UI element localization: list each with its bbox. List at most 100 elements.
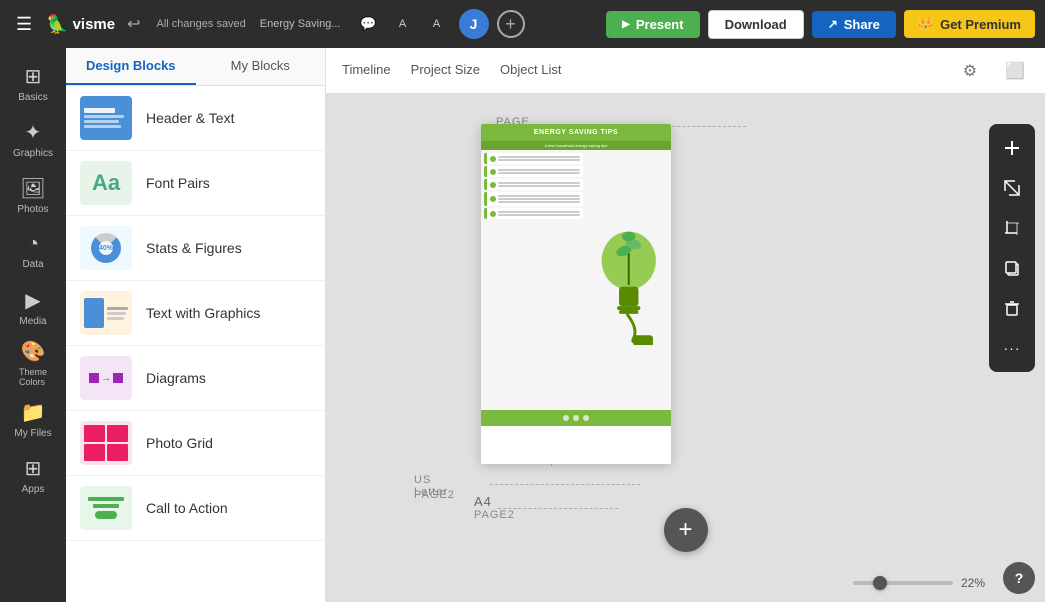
block-font-pairs[interactable]: Aa Font Pairs <box>66 151 325 216</box>
settings-icon[interactable]: ⚙ <box>959 57 981 85</box>
block-header-text[interactable]: Header & Text <box>66 86 325 151</box>
crop-button[interactable] <box>994 210 1030 246</box>
add-collaborator-button[interactable]: + <box>497 10 525 38</box>
tab-project-size[interactable]: Project Size <box>411 56 480 85</box>
icon-sidebar: ⊞ Basics ✦ Graphics 🖼 Photos ◔ Data ▶ Me… <box>0 48 66 602</box>
undo-icon[interactable]: ↩ <box>123 10 144 38</box>
tab-timeline[interactable]: Timeline <box>342 56 391 85</box>
blocks-panel: Design Blocks My Blocks Header & Text <box>66 48 326 602</box>
tab-design-blocks[interactable]: Design Blocks <box>66 48 196 85</box>
block-cta-label: Call to Action <box>146 500 228 516</box>
text-aa-icon[interactable]: A <box>423 10 451 38</box>
a4-text: A4 <box>474 494 492 509</box>
share-label: Share <box>844 17 880 32</box>
menu-icon[interactable]: ☰ <box>10 10 38 39</box>
right-toolbar: ··· <box>989 124 1035 372</box>
infographic-tips-list <box>481 150 586 410</box>
page2b-text: PAGE2 <box>474 509 515 521</box>
tip-row-3 <box>484 179 583 190</box>
block-photo-grid-thumb <box>80 421 132 465</box>
autosave-status: All changes saved <box>157 18 246 30</box>
bulb-plant-graphic <box>590 215 668 345</box>
sidebar-item-media[interactable]: ▶ Media <box>5 280 61 334</box>
download-button[interactable]: Download <box>708 10 804 39</box>
block-diagrams[interactable]: → Diagrams <box>66 346 325 411</box>
sidebar-item-graphics[interactable]: ✦ Graphics <box>5 112 61 166</box>
delete-button[interactable] <box>994 290 1030 326</box>
photos-icon: 🖼 <box>20 176 45 201</box>
tip-row-5 <box>484 208 583 219</box>
sidebar-item-data[interactable]: ◔ Data <box>5 224 61 278</box>
help-button[interactable]: ? <box>1003 562 1035 594</box>
tip-dot <box>490 156 496 162</box>
zoom-slider[interactable] <box>853 581 953 585</box>
sidebar-photos-label: Photos <box>17 204 48 215</box>
crop-icon <box>1003 219 1021 237</box>
media-icon: ▶ <box>25 288 40 313</box>
tip-row-1 <box>484 153 583 164</box>
my-files-icon: 📁 <box>21 400 46 425</box>
zoom-value: 22% <box>961 576 985 590</box>
sidebar-item-apps[interactable]: ⊞ Apps <box>5 448 61 502</box>
block-photo-grid-label: Photo Grid <box>146 435 213 451</box>
zoom-thumb[interactable] <box>873 576 887 590</box>
block-diagrams-label: Diagrams <box>146 370 206 386</box>
block-font-pairs-thumb: Aa <box>80 161 132 205</box>
resize-icon <box>1003 179 1021 197</box>
apps-icon: ⊞ <box>25 456 42 481</box>
add-element-button[interactable] <box>994 130 1030 166</box>
share-button[interactable]: ↗ Share <box>812 11 896 38</box>
tab-my-blocks[interactable]: My Blocks <box>196 48 326 85</box>
present-preview-icon[interactable]: ⬜ <box>1001 57 1029 85</box>
document-preview[interactable]: ENERGY SAVING TIPS A few household energ… <box>481 124 671 464</box>
block-cta-thumb <box>80 486 132 530</box>
delete-icon <box>1003 299 1021 317</box>
comment-icon[interactable]: 💬 <box>355 10 383 38</box>
sidebar-item-my-files[interactable]: 📁 My Files <box>5 392 61 446</box>
canvas-tabs: Timeline Project Size Object List ⚙ ⬜ <box>326 48 1045 94</box>
text-a-icon[interactable]: A <box>389 10 417 38</box>
sidebar-item-photos[interactable]: 🖼 Photos <box>5 168 61 222</box>
main-layout: ⊞ Basics ✦ Graphics 🖼 Photos ◔ Data ▶ Me… <box>0 48 1045 602</box>
more-options-button[interactable]: ··· <box>994 330 1030 366</box>
tip-row-4 <box>484 192 583 206</box>
sidebar-basics-label: Basics <box>18 92 47 103</box>
sidebar-data-label: Data <box>22 259 43 270</box>
logo-text: visme <box>73 16 116 33</box>
block-call-to-action[interactable]: Call to Action <box>66 476 325 541</box>
get-premium-button[interactable]: 👑 Get Premium <box>904 10 1035 38</box>
tab-object-list[interactable]: Object List <box>500 56 561 85</box>
tip-row-2 <box>484 166 583 177</box>
block-header-text-label: Header & Text <box>146 110 234 126</box>
canvas-area: Timeline Project Size Object List ⚙ ⬜ PA… <box>326 48 1045 602</box>
premium-label: Get Premium <box>940 17 1021 32</box>
copy-button[interactable] <box>994 250 1030 286</box>
canvas-content[interactable]: PAGE 1 ENERGY SAVING TIPS A few househol… <box>326 94 1045 602</box>
graphics-icon: ✦ <box>25 120 42 145</box>
present-button[interactable]: Present <box>606 11 699 38</box>
sidebar-item-basics[interactable]: ⊞ Basics <box>5 56 61 110</box>
resize-button[interactable] <box>994 170 1030 206</box>
copy-icon <box>1003 259 1021 277</box>
blocks-list: Header & Text Aa Font Pairs 40% Stats & … <box>66 86 325 602</box>
topbar-icons: 💬 A A <box>355 10 451 38</box>
sidebar-apps-label: Apps <box>22 484 45 495</box>
block-text-graphics[interactable]: Text with Graphics <box>66 281 325 346</box>
block-stats-figures-thumb: 40% <box>80 226 132 270</box>
sidebar-media-label: Media <box>19 316 46 327</box>
sidebar-files-label: My Files <box>14 428 51 439</box>
avatar[interactable]: J <box>459 9 489 39</box>
block-stats-figures[interactable]: 40% Stats & Figures <box>66 216 325 281</box>
sidebar-item-theme-colors[interactable]: 🎨 ThemeColors <box>5 336 61 390</box>
share-icon: ↗ <box>828 17 838 31</box>
us-letter-dashed <box>490 484 640 485</box>
logo: 🦜 visme <box>46 14 115 35</box>
sidebar-graphics-label: Graphics <box>13 148 53 159</box>
project-title[interactable]: Energy Saving... <box>260 18 341 30</box>
block-stats-figures-label: Stats & Figures <box>146 240 242 256</box>
tip-dot <box>490 169 496 175</box>
add-icon <box>1003 139 1021 157</box>
block-photo-grid[interactable]: Photo Grid <box>66 411 325 476</box>
add-page-button[interactable]: + <box>664 508 708 552</box>
tip-dot <box>490 196 496 202</box>
